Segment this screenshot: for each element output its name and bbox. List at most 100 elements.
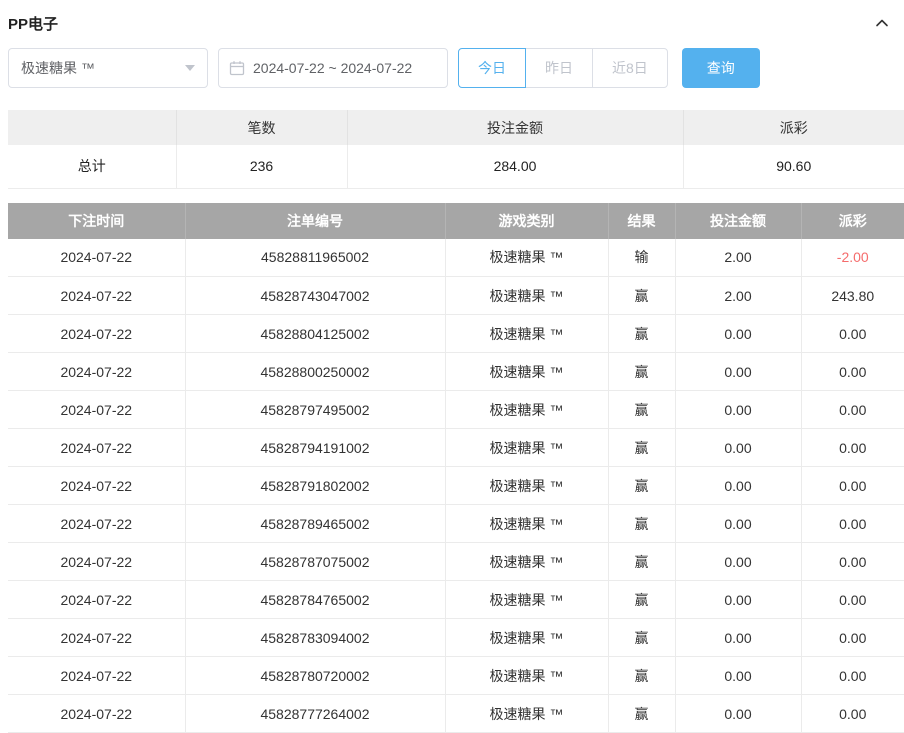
summary-header-count: 笔数 [176,110,347,145]
cell-bet-time: 2024-07-22 [8,391,185,429]
summary-total-bet-amount: 284.00 [347,145,683,188]
header-bet-amount: 投注金额 [675,203,801,239]
cell-bet-time: 2024-07-22 [8,467,185,505]
cell-result: 赢 [608,543,675,581]
cell-bet-amount: 0.00 [675,391,801,429]
cell-bet-time: 2024-07-22 [8,277,185,315]
cell-payout: 0.00 [801,467,904,505]
caret-down-icon [185,65,195,71]
cell-payout: 0.00 [801,543,904,581]
panel-title: PP电子 [8,13,58,34]
date-range-picker[interactable]: 2024-07-22 ~ 2024-07-22 [218,48,448,88]
bet-records-panel: PP电子 极速糖果 ™ 2024-07-22 ~ 2024-07-22 今日 昨… [0,0,904,733]
cell-game-category: 极速糖果 ™ [445,619,608,657]
cell-bet-time: 2024-07-22 [8,657,185,695]
cell-game-category: 极速糖果 ™ [445,657,608,695]
cell-order-id: 45828804125002 [185,315,445,353]
cell-bet-amount: 0.00 [675,353,801,391]
cell-payout: 0.00 [801,315,904,353]
today-button[interactable]: 今日 [458,48,526,88]
summary-header-blank [8,110,176,145]
cell-order-id: 45828811965002 [185,239,445,277]
cell-result: 赢 [608,429,675,467]
header-bet-time: 下注时间 [8,203,185,239]
bet-table-row: 2024-07-22 45828791802002 极速糖果 ™ 赢 0.00 … [8,467,904,505]
cell-result: 赢 [608,581,675,619]
cell-result: 赢 [608,657,675,695]
cell-order-id: 45828743047002 [185,277,445,315]
cell-bet-amount: 0.00 [675,467,801,505]
summary-total-payout: 90.60 [683,145,904,188]
cell-bet-amount: 0.00 [675,429,801,467]
cell-bet-amount: 2.00 [675,239,801,277]
cell-bet-time: 2024-07-22 [8,429,185,467]
bet-table-row: 2024-07-22 45828804125002 极速糖果 ™ 赢 0.00 … [8,315,904,353]
collapse-chevron-up-icon[interactable] [874,16,890,30]
quick-range-group: 今日 昨日 近8日 [458,48,668,88]
cell-result: 赢 [608,505,675,543]
cell-result: 赢 [608,315,675,353]
bet-table-header-row: 下注时间 注单编号 游戏类别 结果 投注金额 派彩 [8,203,904,239]
cell-result: 赢 [608,619,675,657]
header-payout: 派彩 [801,203,904,239]
cell-result: 赢 [608,277,675,315]
cell-bet-time: 2024-07-22 [8,315,185,353]
cell-payout: 0.00 [801,391,904,429]
cell-game-category: 极速糖果 ™ [445,277,608,315]
bet-table-row: 2024-07-22 45828743047002 极速糖果 ™ 赢 2.00 … [8,277,904,315]
bet-table-row: 2024-07-22 45828794191002 极速糖果 ™ 赢 0.00 … [8,429,904,467]
summary-total-count: 236 [176,145,347,188]
cell-result: 赢 [608,695,675,733]
cell-game-category: 极速糖果 ™ [445,315,608,353]
bet-table-body: 2024-07-22 45828811965002 极速糖果 ™ 输 2.00 … [8,239,904,733]
calendar-icon [229,60,245,76]
yesterday-button[interactable]: 昨日 [525,48,593,88]
bet-table-row: 2024-07-22 45828783094002 极速糖果 ™ 赢 0.00 … [8,619,904,657]
summary-header-bet-amount: 投注金额 [347,110,683,145]
last-8-days-button[interactable]: 近8日 [592,48,668,88]
cell-payout: -2.00 [801,239,904,277]
cell-order-id: 45828777264002 [185,695,445,733]
bet-table-row: 2024-07-22 45828789465002 极速糖果 ™ 赢 0.00 … [8,505,904,543]
bet-table-row: 2024-07-22 45828811965002 极速糖果 ™ 输 2.00 … [8,239,904,277]
cell-game-category: 极速糖果 ™ [445,505,608,543]
summary-total-row: 总计 236 284.00 90.60 [8,145,904,188]
cell-order-id: 45828787075002 [185,543,445,581]
header-game-category: 游戏类别 [445,203,608,239]
bet-table-row: 2024-07-22 45828787075002 极速糖果 ™ 赢 0.00 … [8,543,904,581]
cell-bet-time: 2024-07-22 [8,505,185,543]
panel-header: PP电子 [8,10,904,36]
cell-order-id: 45828783094002 [185,619,445,657]
cell-payout: 0.00 [801,581,904,619]
cell-order-id: 45828794191002 [185,429,445,467]
cell-game-category: 极速糖果 ™ [445,391,608,429]
bet-records-table: 下注时间 注单编号 游戏类别 结果 投注金额 派彩 2024-07-22 458… [8,203,904,733]
cell-order-id: 45828797495002 [185,391,445,429]
cell-game-category: 极速糖果 ™ [445,467,608,505]
date-range-value: 2024-07-22 ~ 2024-07-22 [253,60,412,76]
cell-bet-amount: 0.00 [675,695,801,733]
cell-bet-time: 2024-07-22 [8,543,185,581]
summary-table: 笔数 投注金额 派彩 总计 236 284.00 90.60 [8,110,904,189]
bet-table-row: 2024-07-22 45828784765002 极速糖果 ™ 赢 0.00 … [8,581,904,619]
cell-game-category: 极速糖果 ™ [445,581,608,619]
cell-result: 赢 [608,353,675,391]
cell-payout: 0.00 [801,429,904,467]
cell-bet-amount: 0.00 [675,657,801,695]
cell-payout: 0.00 [801,657,904,695]
game-select-value: 极速糖果 ™ [21,58,95,78]
cell-payout: 0.00 [801,505,904,543]
bet-table-row: 2024-07-22 45828777264002 极速糖果 ™ 赢 0.00 … [8,695,904,733]
filter-bar: 极速糖果 ™ 2024-07-22 ~ 2024-07-22 今日 昨日 近8日… [8,48,904,88]
header-order-id: 注单编号 [185,203,445,239]
cell-bet-amount: 0.00 [675,543,801,581]
bet-table-row: 2024-07-22 45828800250002 极速糖果 ™ 赢 0.00 … [8,353,904,391]
cell-payout: 0.00 [801,619,904,657]
cell-game-category: 极速糖果 ™ [445,429,608,467]
summary-header-row: 笔数 投注金额 派彩 [8,110,904,145]
cell-result: 输 [608,239,675,277]
game-select[interactable]: 极速糖果 ™ [8,48,208,88]
cell-order-id: 45828800250002 [185,353,445,391]
cell-result: 赢 [608,391,675,429]
search-button[interactable]: 查询 [682,48,760,88]
